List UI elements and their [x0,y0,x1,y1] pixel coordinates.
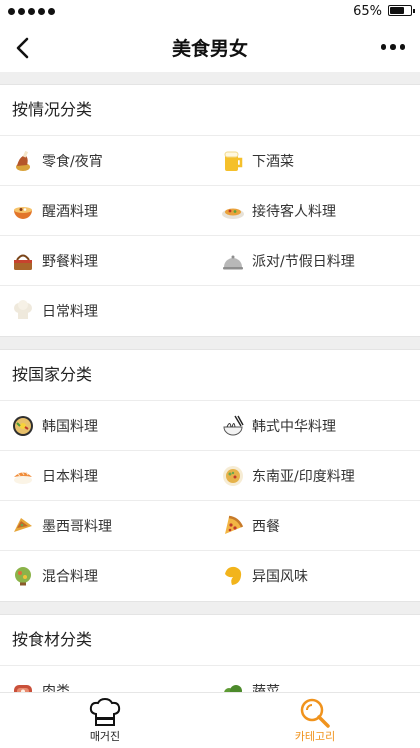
category-label: 西餐 [252,518,280,535]
battery-icon [388,5,415,16]
category-item-southeast-asian[interactable]: 东南亚/印度料理 [210,451,420,501]
section-by-ingredient: 按食材分类 肉类 蔬菜 [0,614,420,692]
category-list[interactable]: 按情况分类 零食/夜宵 下酒菜 醒酒料理 接待客人料理 野餐料理 派对/节假日料… [0,72,420,692]
category-label: 墨西哥料理 [42,518,112,535]
section-title: 按食材分类 [0,615,420,666]
section-by-situation: 按情况分类 零食/夜宵 下酒菜 醒酒料理 接待客人料理 野餐料理 派对/节假日料… [0,84,420,337]
magnifier-icon [300,698,330,728]
category-item-everyday[interactable]: 日常料理 [0,286,210,336]
category-item-guest[interactable]: 接待客人料理 [210,186,420,236]
dish-platter-icon [220,198,246,224]
category-label: 肉类 [42,683,70,693]
category-label: 日常料理 [42,304,98,320]
category-label: 混合料理 [42,569,98,585]
noodles-chopsticks-icon [220,413,246,439]
category-item-hangover[interactable]: 醒酒料理 [0,186,210,236]
chicken-leg-icon [10,148,36,174]
pizza-icon [220,513,246,539]
category-item-korean[interactable]: 韩国料理 [0,401,210,451]
exotic-fruit-icon [220,563,246,589]
status-bar: 65% [0,0,420,24]
bibimbap-icon [10,413,36,439]
battery-percentage: 65% [353,4,382,19]
navigation-bar: 美食男女 [0,24,420,72]
category-label: 日本料理 [42,468,98,485]
tab-label: 매거진 [89,730,121,743]
bottom-tab-bar: 매거진 카테고리 [0,692,420,748]
section-title: 按情况分类 [0,85,420,136]
taco-icon [10,513,36,539]
category-item-party[interactable]: 派对/节假日料理 [210,236,420,286]
category-item-western[interactable]: 西餐 [210,501,420,551]
category-item-meat[interactable]: 肉类 [0,666,210,692]
category-item-mexican[interactable]: 墨西哥料理 [0,501,210,551]
category-label: 醒酒料理 [42,203,98,220]
tab-label: 카테고리 [294,730,336,743]
chef-hat-icon [89,698,121,726]
more-options-button[interactable] [378,37,408,57]
salad-icon [10,563,36,589]
meat-icon [10,678,36,692]
beer-mug-icon [220,148,246,174]
category-label: 接待客人料理 [252,203,336,220]
more-dot [380,44,387,50]
category-label: 韩国料理 [42,418,98,435]
category-item-picnic[interactable]: 野餐料理 [0,236,210,286]
more-dot [399,44,406,50]
cloche-icon [220,248,246,274]
category-item-drinking-snacks[interactable]: 下酒菜 [210,136,420,186]
category-label: 零食/夜宵 [42,153,103,170]
tab-magazine[interactable]: 매거진 [0,693,210,748]
category-label: 东南亚/印度料理 [252,468,355,485]
page-title: 美食男女 [171,38,248,60]
category-label: 异国风味 [252,569,308,585]
more-dot [390,44,396,50]
category-label: 韩式中华料理 [252,418,336,435]
chef-hat-icon [10,298,36,324]
category-item-exotic[interactable]: 异国风味 [210,551,420,601]
sushi-icon [10,463,36,489]
vegetable-icon [220,678,246,692]
tab-category[interactable]: 카테고리 [210,693,420,748]
category-item-vegetable[interactable]: 蔬菜 [210,666,420,692]
category-item-fusion[interactable]: 混合料理 [0,551,210,601]
noodle-bowl-icon [10,198,36,224]
section-title: 按国家分类 [0,350,420,401]
signal-strength-icon [8,8,55,15]
section-by-country: 按国家分类 韩国料理 韩式中华料理 日本料理 东南亚/印度料理 墨西哥料理 西餐… [0,349,420,602]
picnic-basket-icon [10,248,36,274]
category-label: 下酒菜 [252,153,294,170]
category-item-korean-chinese[interactable]: 韩式中华料理 [210,401,420,451]
curry-plate-icon [220,463,246,489]
category-label: 蔬菜 [252,683,280,693]
category-label: 派对/节假日料理 [252,253,355,270]
category-item-snack[interactable]: 零食/夜宵 [0,136,210,186]
category-label: 野餐料理 [42,253,98,270]
category-item-japanese[interactable]: 日本料理 [0,451,210,501]
